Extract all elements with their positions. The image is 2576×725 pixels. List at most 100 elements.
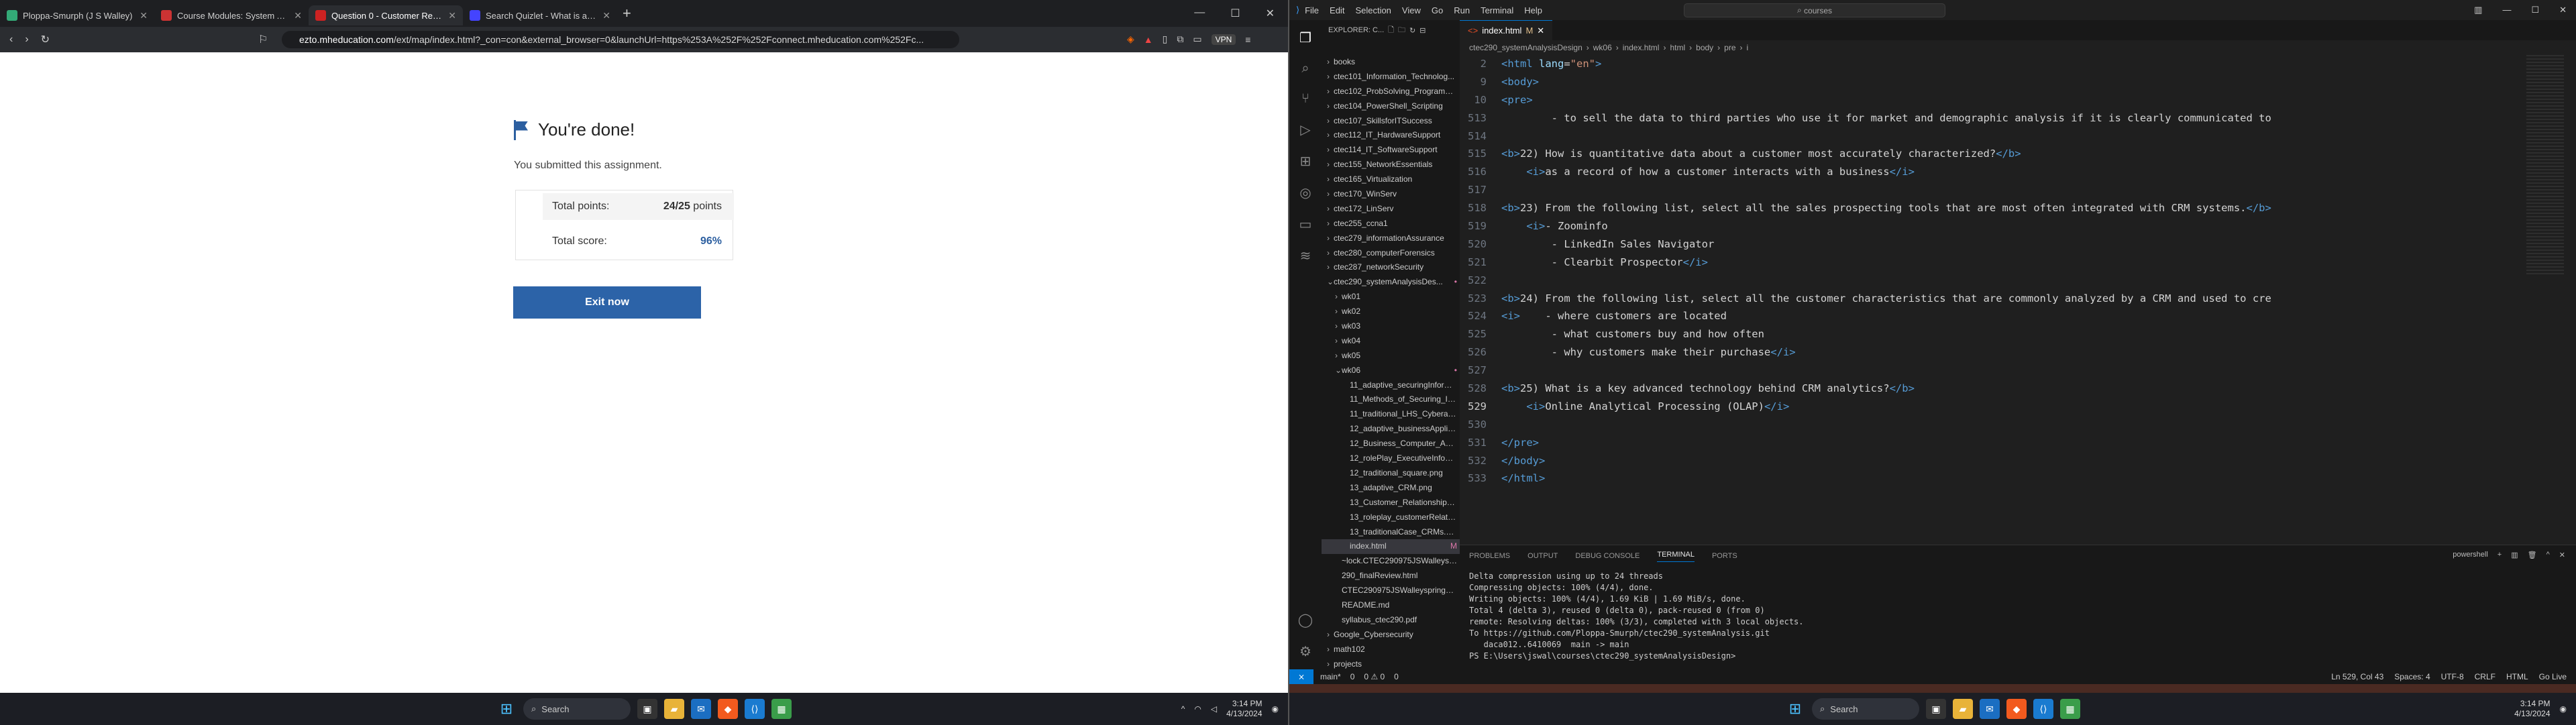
status-item[interactable]: Ln 529, Col 43 xyxy=(2331,672,2383,681)
task-view-icon[interactable]: ▣ xyxy=(637,699,657,719)
tree-item[interactable]: › wk03 xyxy=(1322,319,1460,334)
panel-tab[interactable]: TERMINAL xyxy=(1657,551,1695,562)
extensions-icon[interactable]: ⊞ xyxy=(1300,153,1311,170)
status-item[interactable]: CRLF xyxy=(2475,672,2496,681)
tree-item[interactable]: › wk01 xyxy=(1322,290,1460,304)
menu-item[interactable]: View xyxy=(1402,5,1421,15)
gear-icon[interactable]: ⚙ xyxy=(1299,643,1311,660)
browser-tab[interactable]: Course Modules: System Analysis an ✕ xyxy=(154,5,309,25)
reload-icon[interactable]: ↻ xyxy=(41,33,50,46)
app-icon[interactable]: ▦ xyxy=(771,699,792,719)
tree-item[interactable]: › math102 xyxy=(1322,643,1460,657)
app-icon[interactable]: ▦ xyxy=(2060,699,2080,719)
trash-icon[interactable]: 🗑 xyxy=(2528,551,2537,559)
start-icon[interactable]: ⊞ xyxy=(1785,699,1805,719)
taskbar-search[interactable]: ⌕ Search xyxy=(523,698,631,720)
tree-item[interactable]: 13_roleplay_customerRelation... xyxy=(1322,510,1460,525)
panel-tab[interactable]: PORTS xyxy=(1712,552,1737,560)
tree-item[interactable]: › ctec112_IT_HardwareSupport xyxy=(1322,128,1460,143)
tree-item[interactable]: › books xyxy=(1322,55,1460,70)
explorer-icon[interactable]: ❐ xyxy=(1299,30,1311,46)
status-item[interactable]: 0 xyxy=(1350,672,1355,681)
minimize-icon[interactable]: — xyxy=(2502,5,2511,15)
clock[interactable]: 3:14 PM 4/13/2024 xyxy=(2514,699,2550,719)
tree-item[interactable]: › ctec107_SkillsforITSuccess xyxy=(1322,114,1460,129)
rewards-icon[interactable]: ▲ xyxy=(1144,34,1153,45)
breadcrumb-item[interactable]: ctec290_systemAnalysisDesign xyxy=(1469,43,1582,52)
outlook-icon[interactable]: ✉ xyxy=(691,699,711,719)
account-icon[interactable]: ◯ xyxy=(1298,612,1313,628)
maximize-icon[interactable]: ☐ xyxy=(1230,7,1240,20)
tree-item[interactable]: 11_Methods_of_Securing_Info... xyxy=(1322,392,1460,407)
chevron-up-icon[interactable]: ^ xyxy=(2546,551,2550,559)
minimap[interactable] xyxy=(2526,55,2564,276)
task-view-icon[interactable]: ▣ xyxy=(1926,699,1946,719)
add-terminal-icon[interactable]: + xyxy=(2498,551,2502,559)
wallet-icon[interactable]: ▭ xyxy=(1193,34,1201,45)
breadcrumb-item[interactable]: body xyxy=(1696,43,1713,52)
tree-item[interactable]: › Google_Cybersecurity xyxy=(1322,628,1460,643)
menu-item[interactable]: Go xyxy=(1432,5,1443,15)
tree-item[interactable]: 12_rolePlay_ExecutiveInfoSys... xyxy=(1322,451,1460,466)
tree-item[interactable]: 12_Business_Computer_Applic... xyxy=(1322,437,1460,451)
close-icon[interactable]: ✕ xyxy=(294,10,302,21)
breadcrumb-item[interactable]: i xyxy=(1747,43,1749,52)
tree-item[interactable]: CTEC290975JSWalleyspring202... xyxy=(1322,583,1460,598)
menu-item[interactable]: Selection xyxy=(1355,5,1391,15)
browser-tab[interactable]: Question 0 - Customer Relationsh ✕ xyxy=(309,5,463,25)
back-icon[interactable]: ‹ xyxy=(9,34,13,46)
command-center[interactable]: ⌕ courses xyxy=(1684,3,1945,17)
sidebar-icon[interactable]: ▯ xyxy=(1163,34,1168,45)
close-icon[interactable]: ✕ xyxy=(1537,25,1544,36)
tab-index-html[interactable]: <> index.html M ✕ xyxy=(1460,20,1553,40)
forward-icon[interactable]: › xyxy=(25,34,28,46)
tree-item[interactable]: › ctec114_IT_SoftwareSupport xyxy=(1322,143,1460,158)
brave-icon[interactable]: ◆ xyxy=(718,699,738,719)
panel-tab[interactable]: DEBUG CONSOLE xyxy=(1575,552,1640,560)
menu-item[interactable]: File xyxy=(1305,5,1319,15)
close-icon[interactable]: ✕ xyxy=(2559,551,2565,559)
terminal-shell-label[interactable]: powershell xyxy=(2453,551,2488,559)
status-item[interactable]: Spaces: 4 xyxy=(2394,672,2430,681)
extensions-icon[interactable]: ⧉ xyxy=(1177,34,1183,45)
browser-tab[interactable]: Search Quizlet - What is a key adva ✕ xyxy=(463,5,617,25)
tree-item[interactable]: 12_adaptive_businessApplicati... xyxy=(1322,422,1460,437)
tree-item[interactable]: 13_adaptive_CRM.png xyxy=(1322,481,1460,496)
breadcrumb-item[interactable]: pre xyxy=(1724,43,1735,52)
status-item[interactable]: 0 xyxy=(1394,672,1399,681)
search-icon[interactable]: ⌕ xyxy=(1301,61,1309,76)
close-icon[interactable]: ✕ xyxy=(602,10,610,21)
tree-item[interactable]: › ctec172_LinServ xyxy=(1322,202,1460,217)
remote-explorer-icon[interactable]: ▭ xyxy=(1299,216,1312,233)
start-icon[interactable]: ⊞ xyxy=(496,699,517,719)
brave-shield-icon[interactable]: ◈ xyxy=(1127,34,1134,45)
minimize-icon[interactable]: — xyxy=(1194,7,1205,20)
taskbar-search[interactable]: ⌕ Search xyxy=(1812,698,1919,720)
tree-item[interactable]: › ctec280_computerForensics xyxy=(1322,246,1460,261)
close-icon[interactable]: ✕ xyxy=(448,10,456,21)
source-control-icon[interactable]: ⑂ xyxy=(1301,91,1309,107)
tree-item[interactable]: › ctec165_Virtualization xyxy=(1322,172,1460,187)
tree-item[interactable]: ⌄wk06 • xyxy=(1322,364,1460,378)
tree-item[interactable]: index.html M xyxy=(1322,539,1460,555)
tree-item[interactable]: 11_adaptive_securingInformat... xyxy=(1322,378,1460,393)
tree-item[interactable]: 13_traditionalCase_CRMs.png xyxy=(1322,525,1460,540)
new-tab-button[interactable]: + xyxy=(623,5,631,22)
tree-item[interactable]: ~lock.CTEC290975JSWalleyspri... xyxy=(1322,554,1460,569)
tree-item[interactable]: › ctec255_ccna1 xyxy=(1322,217,1460,231)
panel-tab[interactable]: OUTPUT xyxy=(1527,552,1558,560)
notification-icon[interactable]: ◉ xyxy=(1272,704,1279,714)
tree-item[interactable]: › ctec287_networkSecurity xyxy=(1322,260,1460,275)
brave-icon[interactable]: ◆ xyxy=(2006,699,2027,719)
tree-item[interactable]: › wk02 xyxy=(1322,304,1460,319)
maximize-icon[interactable]: ☐ xyxy=(2531,5,2539,15)
wifi-icon[interactable]: ◠ xyxy=(1194,704,1201,714)
exit-now-button[interactable]: Exit now xyxy=(513,286,701,319)
menu-item[interactable]: Edit xyxy=(1330,5,1344,15)
volume-icon[interactable]: ◁ xyxy=(1211,704,1217,714)
new-folder-icon[interactable]: 🗀 xyxy=(1398,24,1405,37)
breadcrumb-item[interactable]: index.html xyxy=(1623,43,1660,52)
tree-item[interactable]: 12_traditional_square.png xyxy=(1322,466,1460,481)
run-debug-icon[interactable]: ▷ xyxy=(1300,121,1310,138)
tree-item[interactable]: › ctec155_NetworkEssentials xyxy=(1322,158,1460,172)
